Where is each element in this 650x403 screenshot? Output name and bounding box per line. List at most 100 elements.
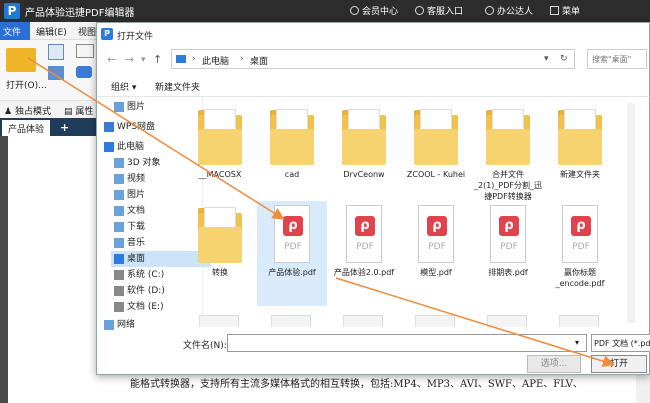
mail-icon[interactable] xyxy=(76,44,94,58)
up-button[interactable]: ↑ xyxy=(153,53,162,66)
cloud-icon xyxy=(104,122,114,132)
download-icon xyxy=(114,222,124,232)
document-tab-bar: 产品体验 + xyxy=(0,118,100,136)
folder-icon xyxy=(198,205,242,263)
tab-product-experience[interactable]: 产品体验 xyxy=(2,120,51,136)
nav-item-label: 下载 xyxy=(127,222,146,232)
pdf-file-item[interactable]: ρ PDF 赢你标题_encode.pdf xyxy=(545,201,615,306)
member-center-link[interactable]: 会员中心 xyxy=(350,4,398,17)
drive-icon xyxy=(114,270,124,280)
pdf-logo-icon: ρ xyxy=(355,216,375,236)
nav-item-label: 桌面 xyxy=(127,254,146,264)
nav-item-label: 图片 xyxy=(127,190,146,200)
folder-item[interactable]: 新建文件夹 xyxy=(545,103,615,208)
folder-icon xyxy=(558,107,602,165)
file-menu-label: 文件 xyxy=(3,28,22,38)
organize-button[interactable]: 组织 ▾ xyxy=(111,80,136,93)
filename-dropdown-icon[interactable]: ▾ xyxy=(575,338,579,347)
pdf-file-item[interactable]: ρ PDF 产品体验.pdf xyxy=(257,201,327,306)
filename-input[interactable] xyxy=(227,334,587,352)
filetype-select[interactable]: PDF 文档 (*.pdf) xyxy=(591,334,650,352)
network-icon xyxy=(104,320,114,330)
breadcrumb-separator: › xyxy=(192,54,196,64)
properties-button[interactable]: ▤ 属性 xyxy=(64,104,93,117)
breadcrumb-this-pc[interactable]: 此电脑 xyxy=(202,54,229,67)
crown-icon xyxy=(350,6,359,15)
menu-link[interactable]: 菜单 xyxy=(550,4,580,17)
back-button[interactable]: ← xyxy=(107,53,116,66)
folder-item[interactable]: ZCOOL - Kuhei xyxy=(401,103,471,208)
pdf-label: PDF xyxy=(572,242,590,252)
refresh-icon[interactable]: ↻ xyxy=(560,54,568,64)
service-link[interactable]: 客服入口 xyxy=(415,4,463,17)
search-placeholder: 搜索"桌面" xyxy=(592,55,632,64)
view-menu[interactable]: 视图 xyxy=(78,25,96,38)
new-folder-button[interactable]: 新建文件夹 xyxy=(155,80,200,93)
folder-icon xyxy=(6,48,36,72)
pdf-file-icon: ρ PDF xyxy=(270,205,314,263)
forward-button[interactable]: → xyxy=(125,53,134,66)
folder-item[interactable]: 合并文件_2(1)_PDF分割_迅捷PDF转换器 xyxy=(473,103,543,208)
file-name: DrvCeonw xyxy=(343,170,385,179)
cube-icon xyxy=(114,158,124,168)
nav-item-label: 3D 对象 xyxy=(127,158,161,168)
file-item-partial[interactable] xyxy=(271,315,311,327)
add-tab-button[interactable]: + xyxy=(60,121,69,134)
pdf-file-icon: ρ PDF xyxy=(414,205,458,263)
file-name: ZCOOL - Kuhei xyxy=(406,170,466,179)
folder-item[interactable]: 转换 xyxy=(185,201,255,306)
save-icon[interactable] xyxy=(48,44,64,60)
file-item-partial[interactable] xyxy=(415,315,455,327)
open-folder-button[interactable] xyxy=(6,44,38,72)
nav-item-label: 图片 xyxy=(127,102,146,112)
dialog-title: 打开文件 xyxy=(117,32,154,42)
open-file-dialog: P 打开文件 ← → ▾ ↑ › 此电脑 › 桌面 ▾ ↻ 搜索"桌面" 组织 … xyxy=(96,22,650,375)
chat-icon xyxy=(415,6,424,15)
file-item-partial[interactable] xyxy=(343,315,383,327)
file-name: __MACOSX xyxy=(198,170,242,179)
exclusive-mode-button[interactable]: ♟ 独占模式 xyxy=(4,104,51,117)
office-link[interactable]: 办公达人 xyxy=(485,4,533,17)
pdf-label: PDF xyxy=(284,242,302,252)
open-button[interactable]: 打开 xyxy=(591,355,647,373)
file-name: 产品体验.pdf xyxy=(268,268,316,277)
filename-label: 文件名(N): xyxy=(183,341,227,351)
pdf-logo-icon: ρ xyxy=(499,216,519,236)
file-item-partial[interactable] xyxy=(559,315,599,327)
pdf-label: PDF xyxy=(500,242,518,252)
pdf-file-item[interactable]: ρ PDF 产品体验2.0.pdf xyxy=(329,201,399,306)
edit-menu[interactable]: 编辑(E) xyxy=(36,25,67,38)
nav-item-label: 文档 (E:) xyxy=(127,302,164,312)
pdf-label: PDF xyxy=(356,242,374,252)
address-bar[interactable]: › 此电脑 › 桌面 ▾ ↻ xyxy=(171,49,575,69)
recent-dropdown-button[interactable]: ▾ xyxy=(141,55,146,65)
document-page xyxy=(8,136,96,403)
nav-item-label: WPS网盘 xyxy=(117,122,156,132)
nav-item-label: 视频 xyxy=(127,174,146,184)
folder-item[interactable]: __MACOSX xyxy=(185,103,255,208)
open-label[interactable]: 打开(O)... xyxy=(6,78,47,91)
nav-item[interactable]: 网络 xyxy=(101,317,201,333)
options-button[interactable]: 选项... xyxy=(527,355,581,373)
folder-item[interactable]: cad xyxy=(257,103,327,208)
file-name: 合并文件_2(1)_PDF分割_迅捷PDF转换器 xyxy=(473,170,542,201)
file-item-partial[interactable] xyxy=(487,315,527,327)
desktop-icon xyxy=(114,254,124,264)
documents-icon xyxy=(114,206,124,216)
folder-icon xyxy=(486,107,530,165)
search-box[interactable]: 搜索"桌面" xyxy=(587,49,647,69)
content-scrollbar[interactable] xyxy=(627,103,635,323)
pdf-file-item[interactable]: ρ PDF 排期表.pdf xyxy=(473,201,543,306)
file-name: 模型.pdf xyxy=(420,268,452,277)
address-dropdown-icon[interactable]: ▾ xyxy=(544,54,549,64)
pdf-file-icon: ρ PDF xyxy=(486,205,530,263)
file-item-partial[interactable] xyxy=(199,315,239,327)
file-name: 转换 xyxy=(212,268,228,277)
pdf-file-item[interactable]: ρ PDF 模型.pdf xyxy=(401,201,471,306)
pdf-label: PDF xyxy=(428,242,446,252)
folder-item[interactable]: DrvCeonw xyxy=(329,103,399,208)
breadcrumb-desktop[interactable]: 桌面 xyxy=(250,54,268,67)
drive-icon xyxy=(114,286,124,296)
cloud-icon[interactable] xyxy=(76,66,92,78)
print-icon[interactable] xyxy=(48,66,64,80)
